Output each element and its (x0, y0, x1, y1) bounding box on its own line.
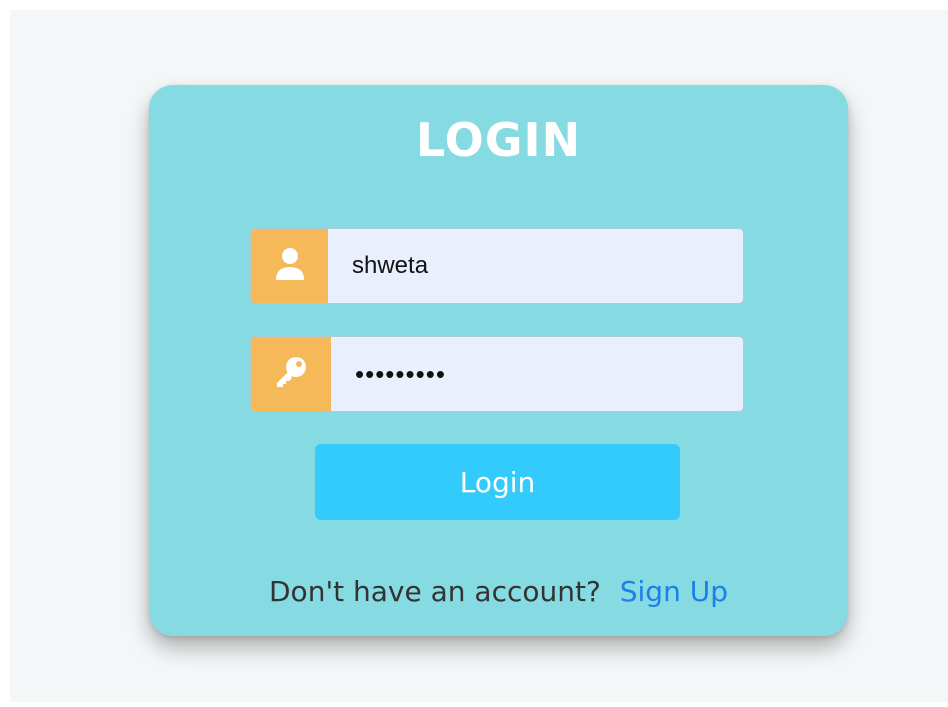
username-field-group (250, 228, 744, 304)
login-button[interactable]: Login (315, 444, 680, 520)
username-input[interactable] (328, 229, 743, 303)
user-icon (275, 247, 305, 285)
login-card: LOGIN shweta ••••••••• Login Don't have … (149, 85, 848, 636)
signup-link[interactable]: Sign Up (620, 575, 728, 608)
password-input[interactable] (331, 337, 743, 411)
signup-prompt: Don't have an account? Sign Up (149, 575, 848, 608)
login-title: LOGIN (415, 113, 582, 167)
signup-prompt-text: Don't have an account? (269, 575, 601, 608)
password-field-group (250, 336, 744, 412)
page-background: LOGIN shweta ••••••••• Login Don't have … (10, 10, 948, 702)
key-icon (274, 355, 308, 393)
username-addon (251, 229, 328, 303)
password-addon (251, 337, 331, 411)
